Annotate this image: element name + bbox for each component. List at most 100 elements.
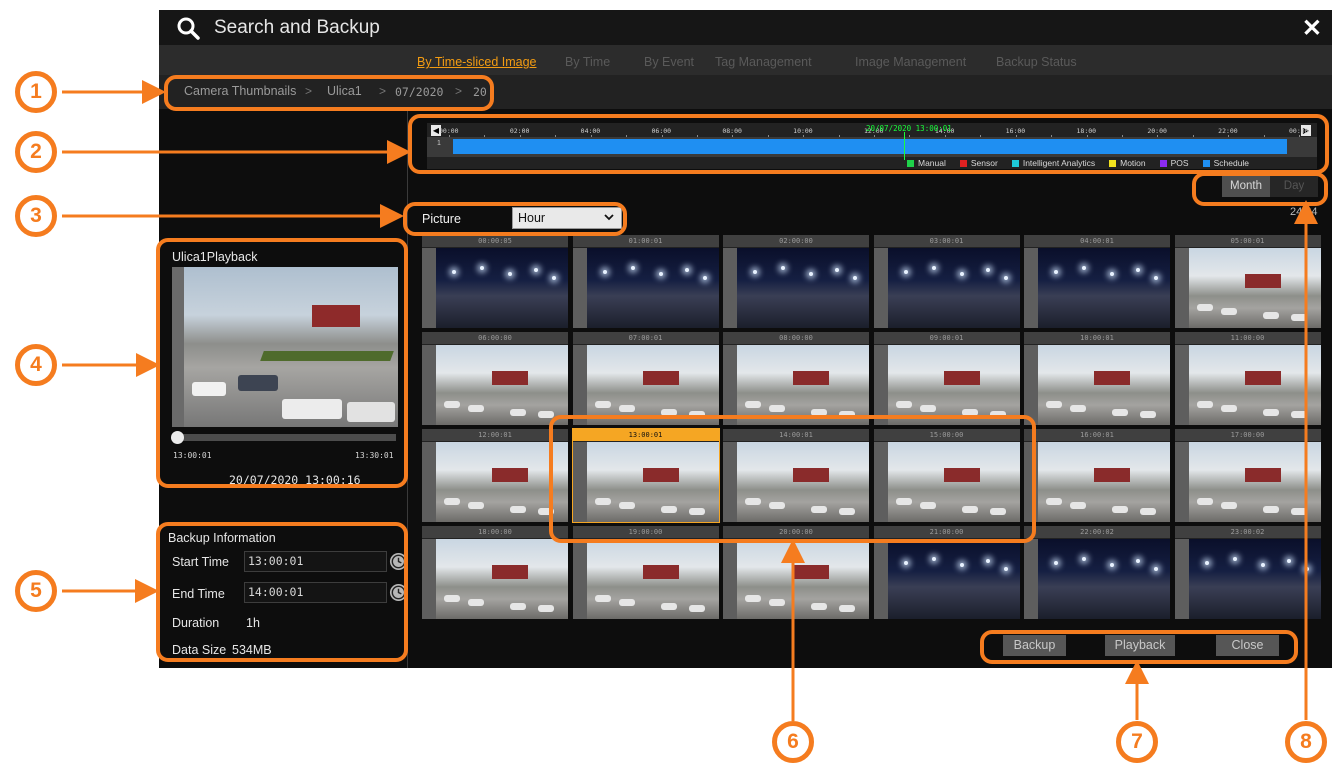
thumbnail-time: 04:00:01 bbox=[1024, 235, 1170, 247]
tab-image-management[interactable]: Image Management bbox=[855, 55, 966, 69]
thumbnail-light bbox=[1136, 559, 1140, 563]
thumbnail-car bbox=[769, 599, 785, 606]
thumbnail-image bbox=[1024, 248, 1170, 328]
thumbnail-car bbox=[618, 599, 635, 606]
thumbnail-light bbox=[1054, 561, 1058, 565]
thumbnail-car bbox=[745, 595, 761, 602]
thumbnail-wall bbox=[422, 248, 436, 328]
thumbnail-car bbox=[769, 405, 785, 412]
tab-by-event[interactable]: By Event bbox=[644, 55, 694, 69]
thumbnail-time: 00:00:05 bbox=[422, 235, 568, 247]
thumbnail-image bbox=[572, 539, 719, 619]
thumbnail[interactable]: 12:00:01 bbox=[422, 429, 568, 522]
thumbnail-light bbox=[985, 559, 990, 563]
thumbnail-car bbox=[660, 603, 677, 610]
thumbnail-building bbox=[1244, 371, 1281, 385]
thumbnail-car bbox=[1290, 411, 1307, 418]
thumbnail-car bbox=[444, 595, 460, 602]
thumbnail-light bbox=[1003, 276, 1008, 280]
thumbnail-time: 05:00:01 bbox=[1174, 235, 1321, 247]
thumbnail[interactable]: 18:00:00 bbox=[422, 526, 568, 619]
thumbnail-car bbox=[1046, 498, 1062, 505]
thumbnail[interactable]: 17:00:00 bbox=[1174, 429, 1321, 522]
thumbnail[interactable]: 06:00:00 bbox=[422, 332, 568, 425]
thumbnail-image bbox=[422, 539, 568, 619]
annotation-frame-selected-range bbox=[549, 415, 1036, 543]
thumbnail-wall bbox=[572, 345, 587, 425]
thumbnail[interactable]: 16:00:01 bbox=[1024, 429, 1170, 522]
thumbnail[interactable]: 10:00:01 bbox=[1024, 332, 1170, 425]
thumbnail-light bbox=[903, 561, 908, 565]
thumbnail-image bbox=[1174, 442, 1321, 522]
thumbnail-light bbox=[835, 268, 839, 272]
annotation-frame-month-day bbox=[1192, 172, 1328, 206]
thumbnail-car bbox=[1262, 506, 1279, 513]
thumbnail-building bbox=[1094, 371, 1130, 385]
close-icon[interactable]: ✕ bbox=[1302, 14, 1322, 43]
thumbnail-building bbox=[793, 565, 829, 579]
thumbnail-building bbox=[943, 371, 980, 385]
thumbnail[interactable]: 01:00:01 bbox=[572, 235, 719, 328]
thumbnail-wall bbox=[1174, 539, 1189, 619]
thumbnail-car bbox=[468, 502, 484, 509]
thumbnail-time: 07:00:01 bbox=[572, 332, 719, 344]
thumbnail-building bbox=[492, 468, 528, 482]
thumbnail[interactable]: 23:00:02 bbox=[1174, 526, 1321, 619]
tab-tag-management[interactable]: Tag Management bbox=[715, 55, 812, 69]
thumbnail[interactable]: 05:00:01 bbox=[1174, 235, 1321, 328]
thumbnail-wall bbox=[1174, 345, 1189, 425]
thumbnail-light bbox=[552, 276, 556, 280]
thumbnail-light bbox=[959, 563, 964, 567]
thumbnail-wall bbox=[873, 539, 888, 619]
thumbnail[interactable]: 02:00:00 bbox=[723, 235, 869, 328]
tab-by-time[interactable]: By Time bbox=[565, 55, 610, 69]
thumbnail[interactable]: 22:00:02 bbox=[1024, 526, 1170, 619]
thumbnail-light bbox=[781, 266, 785, 270]
thumbnail-time: 18:00:00 bbox=[422, 526, 568, 538]
thumbnail-light bbox=[508, 272, 512, 276]
thumbnail-car bbox=[1220, 405, 1237, 412]
annotation-frame-picture-interval bbox=[403, 202, 627, 236]
thumbnail-image bbox=[422, 442, 568, 522]
thumbnail-image bbox=[572, 345, 719, 425]
search-icon bbox=[177, 17, 200, 40]
thumbnail-building bbox=[1094, 468, 1130, 482]
thumbnail-car bbox=[618, 405, 635, 412]
thumbnail[interactable]: 11:00:00 bbox=[1174, 332, 1321, 425]
thumbnail[interactable]: 04:00:01 bbox=[1024, 235, 1170, 328]
thumbnail[interactable]: 00:00:05 bbox=[422, 235, 568, 328]
window-title: Search and Backup bbox=[214, 17, 380, 38]
thumbnail-wall bbox=[422, 539, 436, 619]
thumbnail-light bbox=[452, 270, 456, 274]
thumbnail[interactable]: 09:00:01 bbox=[873, 332, 1020, 425]
thumbnail-wall bbox=[723, 539, 737, 619]
thumbnail-light bbox=[1154, 567, 1158, 571]
thumbnail-count: 24/24 bbox=[1290, 206, 1318, 218]
thumbnail-light bbox=[809, 272, 813, 276]
thumbnail-image bbox=[723, 539, 869, 619]
thumbnail-car bbox=[839, 605, 855, 612]
tab-backup-status[interactable]: Backup Status bbox=[996, 55, 1077, 69]
thumbnail-car bbox=[444, 498, 460, 505]
thumbnail-time: 23:00:02 bbox=[1174, 526, 1321, 538]
thumbnail[interactable]: 07:00:01 bbox=[572, 332, 719, 425]
annotation-marker-5: 5 bbox=[15, 570, 57, 612]
thumbnail-wall bbox=[723, 345, 737, 425]
thumbnail-car bbox=[1196, 401, 1213, 408]
annotation-marker-8: 8 bbox=[1285, 721, 1327, 763]
thumbnail-building bbox=[642, 371, 679, 385]
thumbnail-light bbox=[534, 268, 538, 272]
thumbnail-light bbox=[658, 272, 663, 276]
thumbnail-wall bbox=[1174, 442, 1189, 522]
annotation-marker-2: 2 bbox=[15, 131, 57, 173]
thumbnail-time: 11:00:00 bbox=[1174, 332, 1321, 344]
thumbnail-light bbox=[931, 266, 936, 270]
thumbnail-car bbox=[1112, 506, 1128, 513]
thumbnail[interactable]: 03:00:01 bbox=[873, 235, 1020, 328]
annotation-frame-timeline bbox=[408, 114, 1329, 174]
thumbnail[interactable]: 08:00:00 bbox=[723, 332, 869, 425]
tab-by-time-sliced-image[interactable]: By Time-sliced Image bbox=[417, 55, 536, 69]
thumbnail-image bbox=[422, 248, 568, 328]
thumbnail-car bbox=[1070, 405, 1086, 412]
thumbnail-car bbox=[1140, 508, 1156, 515]
